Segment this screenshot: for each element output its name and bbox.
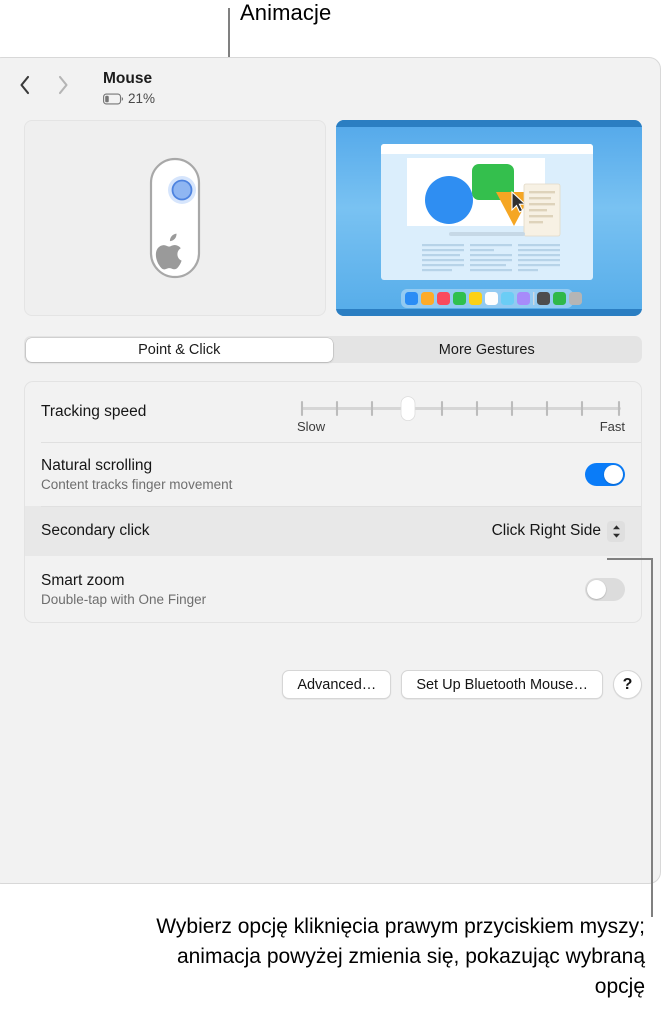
battery-status: 21% (103, 91, 155, 106)
battery-icon (103, 93, 124, 104)
callout-leader-line-vertical (651, 558, 653, 917)
screen-preview-pane (336, 120, 642, 316)
natural-scrolling-label: Natural scrolling (41, 456, 153, 474)
dock-icons (405, 292, 582, 305)
secondary-click-labels: Secondary click (41, 522, 150, 540)
window-action-buttons: Advanced… Set Up Bluetooth Mouse… ? (0, 670, 662, 699)
smart-zoom-label: Smart zoom (41, 571, 125, 589)
callout-label-animations: Animacje (240, 0, 332, 25)
page-title: Mouse (103, 70, 153, 87)
mouse-animation-pane (24, 120, 326, 316)
smart-zoom-toggle[interactable] (585, 577, 625, 601)
tracking-speed-label: Tracking speed (41, 403, 147, 420)
settings-list: Tracking speed Slow Fast Natural scrolli… (24, 381, 642, 623)
smart-zoom-labels: Smart zoom Double-tap with One Finger (41, 572, 206, 607)
secondary-click-value: Click Right Side (491, 522, 601, 539)
set-up-bluetooth-mouse-button[interactable]: Set Up Bluetooth Mouse… (401, 670, 603, 699)
preview-panes (0, 120, 662, 320)
natural-scrolling-sublabel: Content tracks finger movement (41, 476, 233, 492)
back-button[interactable] (16, 74, 34, 96)
tracking-speed-labels: Tracking speed (41, 403, 146, 421)
secondary-click-label: Secondary click (41, 522, 150, 539)
callout-caption-secondary-click: Wybierz opcję kliknięcia prawym przycisk… (156, 915, 645, 998)
setting-row-natural-scrolling: Natural scrolling Content tracks finger … (25, 442, 641, 506)
slider-knob (400, 396, 416, 422)
callout-leader-line-horizontal (607, 558, 653, 560)
secondary-click-popup-button[interactable]: Click Right Side (491, 520, 625, 542)
desktop-preview-illustration (336, 120, 642, 316)
help-button[interactable]: ? (613, 670, 642, 699)
screenshot-root: Animacje Mouse 21% Point & Click More Ge… (0, 0, 668, 1029)
toggle-knob (587, 579, 606, 599)
natural-scrolling-toggle[interactable] (585, 462, 625, 486)
setting-row-tracking-speed: Tracking speed Slow Fast (25, 382, 641, 442)
toggle-knob (604, 464, 623, 484)
window-toolbar: Mouse 21% (0, 58, 660, 120)
battery-percent-label: 21% (128, 91, 156, 106)
tab-more-gestures[interactable]: More Gestures (333, 338, 641, 362)
slider-label-fast: Fast (599, 419, 625, 434)
setting-row-secondary-click: Secondary click Click Right Side (25, 506, 641, 556)
chevron-up-down-icon[interactable] (607, 520, 625, 542)
smart-zoom-sublabel: Double-tap with One Finger (41, 591, 207, 607)
tracking-speed-slider[interactable]: Slow Fast (297, 390, 625, 434)
mouse-settings-window: Mouse 21% Point & Click More Gestures Tr… (0, 57, 661, 884)
advanced-button[interactable]: Advanced… (282, 670, 392, 699)
segmented-tabs[interactable]: Point & Click More Gestures (24, 336, 642, 363)
slider-label-slow: Slow (297, 419, 326, 434)
natural-scrolling-labels: Natural scrolling Content tracks finger … (41, 457, 232, 492)
tab-point-and-click[interactable]: Point & Click (25, 337, 333, 362)
window-title-block: Mouse 21% (103, 70, 155, 106)
setting-row-smart-zoom: Smart zoom Double-tap with One Finger (25, 556, 641, 622)
forward-button[interactable] (54, 74, 72, 96)
slider-end-labels: Slow Fast (297, 419, 625, 434)
magic-mouse-illustration (149, 157, 201, 279)
navigation-arrows (16, 74, 72, 96)
